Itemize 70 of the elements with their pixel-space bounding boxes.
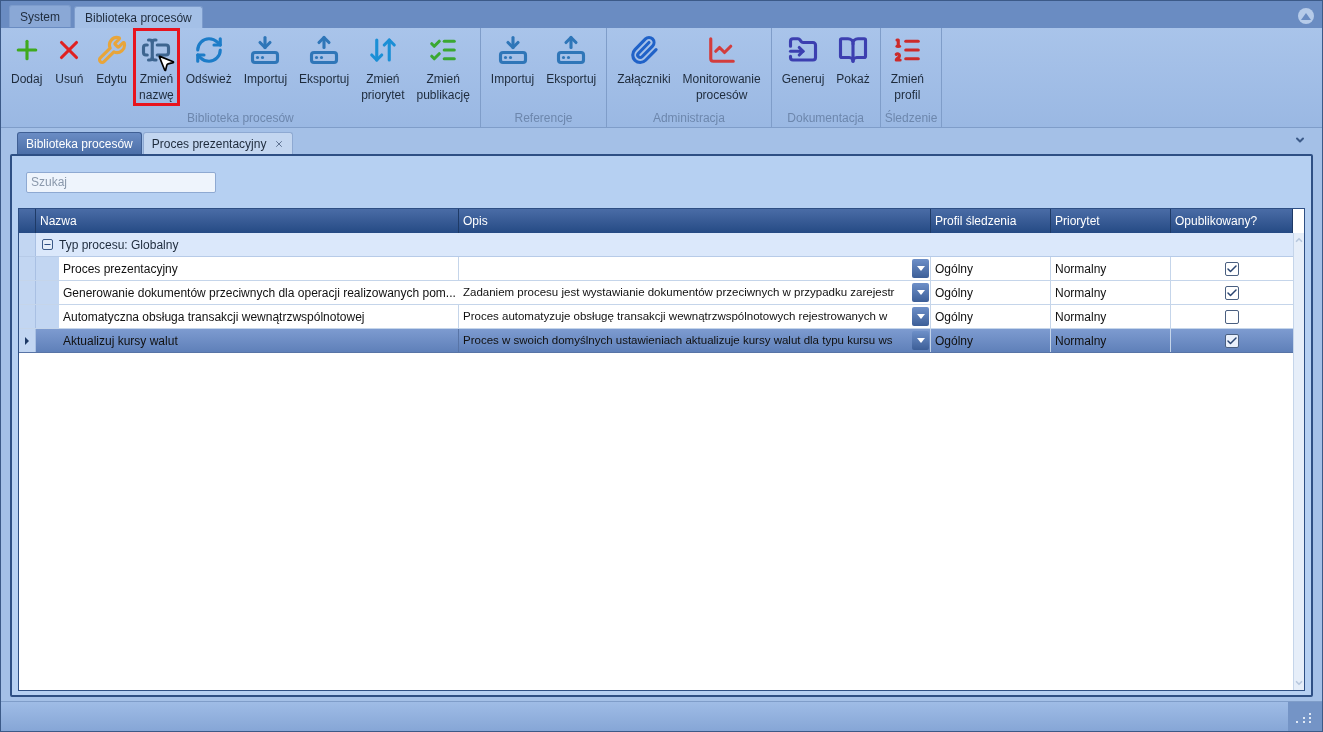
tray-arrow-up-icon [309, 35, 340, 65]
app-tab[interactable]: System [9, 5, 71, 27]
tray-arrow-up-icon [556, 35, 587, 65]
table-cell-text: Ogólny [935, 284, 974, 302]
table-cell-text: Normalny [1055, 308, 1107, 326]
tray-arrow-down-icon [497, 35, 528, 65]
collapse-ribbon-icon[interactable] [1298, 8, 1314, 24]
app-tab[interactable]: Biblioteka procesów [74, 6, 203, 28]
ribbon-button[interactable]: Usuń [48, 28, 91, 106]
group-label: Typ procesu: Globalny [59, 236, 179, 254]
open-book-icon [838, 35, 868, 65]
table-row[interactable]: Proces prezentacyjny Ogólny Normalny [19, 257, 1293, 281]
checkbox[interactable] [1225, 309, 1239, 324]
ribbon-button[interactable]: Zmień priorytet [355, 28, 411, 106]
table-cell-text: Ogólny [935, 308, 974, 326]
table-cell-text: Ogólny [935, 260, 974, 278]
pointer-cursor-icon [156, 53, 177, 73]
table-cell-text: Normalny [1055, 284, 1107, 302]
ribbon-button[interactable]: Pokaż [830, 28, 876, 106]
table-cell-text: Generowanie dokumentów przeciwnych dla operacji realizowanych pom... [63, 284, 456, 302]
tray-arrow-down-icon [250, 35, 281, 65]
dropdown-button[interactable] [912, 283, 929, 302]
dropdown-button[interactable] [912, 259, 929, 278]
table-cell-text: Zadaniem procesu jest wystawianie dokumentów przeciwnych w przypadku zarejestr [463, 284, 896, 300]
ribbon-button[interactable]: Generuj [775, 28, 831, 106]
ribbon-button[interactable]: Eksportuj [540, 28, 603, 106]
table-cell-text: Proces w swoich domyślnych ustawieniach aktualizuje kursy walut dla typu kursu ws [463, 332, 894, 348]
current-row-icon [25, 336, 29, 345]
table-cell-text: Aktualizuj kursy walut [63, 332, 178, 350]
table-row[interactable]: Generowanie dokumentów przeciwnych dla operacji realizowanych pom... Zadaniem procesu jest wystawianie dokumentów przeciwnych w przypadku zarejestr Ogólny Normalny [19, 281, 1293, 305]
table-cell-text: Proces prezentacyjny [63, 260, 178, 278]
dropdown-button[interactable] [912, 331, 929, 350]
ribbon-button[interactable]: Monitorowanie procesów [676, 28, 767, 106]
checkbox[interactable] [1225, 285, 1239, 300]
document-tab[interactable]: Proces prezentacyjny [142, 132, 294, 154]
ribbon-button[interactable]: Dodaj [5, 28, 49, 106]
ribbon-button[interactable]: Importuj [484, 28, 541, 106]
close-icon[interactable] [274, 138, 285, 149]
wrench-icon [96, 35, 127, 65]
ribbon-button[interactable]: Odśwież [179, 28, 238, 106]
search-field[interactable]: Szukaj [26, 171, 216, 193]
table-row[interactable]: Automatyczna obsługa transakcji wewnątrzwspólnotowej Proces automatyzuje obsługę transakcji wewnątrzwspólnotowych rejestrowanych w Ogólny Normalny [19, 305, 1293, 329]
table-cell-text: Proces automatyzuje obsługę transakcji wewnątrzwspólnotowych rejestrowanych w [463, 308, 889, 324]
line-chart-icon [706, 35, 737, 65]
checkbox[interactable] [1225, 261, 1239, 276]
checkbox[interactable] [1225, 333, 1239, 348]
ribbon-button[interactable]: Załączniki [611, 28, 677, 106]
table-cell-text: Normalny [1055, 332, 1107, 350]
table-cell-text: Ogólny [935, 332, 974, 350]
table-cell-text: Automatyczna obsługa transakcji wewnątrzwspólnotowej [63, 308, 365, 326]
table-row[interactable]: Aktualizuj kursy walut Proces w swoich domyślnych ustawieniach aktualizuje kursy walut dla typu kursu ws Ogólny Normalny [19, 329, 1293, 353]
ribbon-button[interactable]: Zmień nazwę [133, 28, 180, 106]
row-header[interactable] [19, 329, 36, 352]
resize-grip-icon[interactable] [1288, 702, 1322, 731]
ribbon-button[interactable]: Eksportuj [293, 28, 356, 106]
group-indent [36, 305, 59, 328]
ribbon-button[interactable]: Zmień profil [884, 28, 931, 106]
text-cursor-icon [141, 35, 172, 65]
ribbon-button[interactable]: Zmień publikację [410, 28, 476, 106]
group-indent [36, 281, 59, 304]
ribbon-button[interactable]: Importuj [237, 28, 294, 106]
table-cell-text: Normalny [1055, 260, 1107, 278]
group-toggle[interactable] [42, 239, 53, 250]
ribbon-button[interactable]: Edytu [90, 28, 134, 106]
paperclip-icon [628, 35, 659, 65]
document-tab[interactable]: Biblioteka procesów [17, 132, 142, 154]
dropdown-button[interactable] [912, 307, 929, 326]
up-down-arrows-icon [367, 35, 398, 65]
list-icon [892, 35, 923, 65]
refresh-icon [193, 35, 224, 65]
